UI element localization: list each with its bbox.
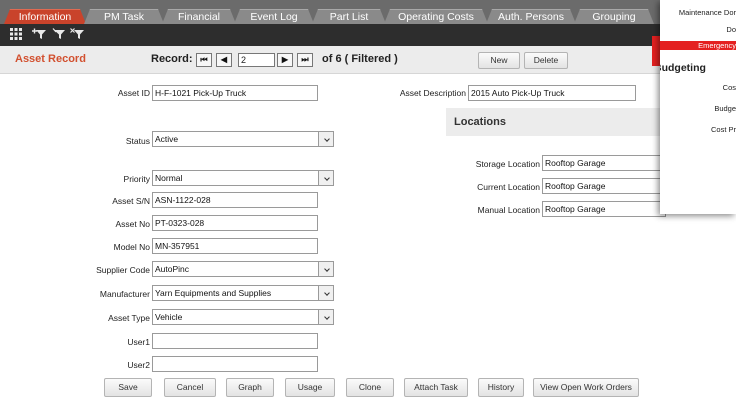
save-button[interactable]: Save [104,378,152,397]
new-button[interactable]: New [478,52,520,69]
tab-financial[interactable]: Financial [162,9,236,24]
record-count: of 6 ( Filtered ) [322,53,398,65]
prev-record-button[interactable]: ◀ [216,53,232,67]
filter-add-icon[interactable] [32,28,48,42]
done-label: Do [726,25,736,34]
asset-sn-field[interactable]: ASN-1122-028 [152,192,318,208]
first-record-button[interactable]: ⏮ [196,53,212,67]
cost-label: Cos [722,83,736,92]
user1-field[interactable] [152,333,318,349]
user2-field[interactable] [152,356,318,372]
tab-grouping[interactable]: Grouping [574,9,654,24]
record-number-input[interactable]: 2 [238,53,275,67]
chevron-down-icon[interactable] [318,171,333,185]
asset-id-label: Asset ID [117,88,150,98]
grid-icon[interactable] [10,28,26,42]
status-select[interactable]: Active [152,131,334,147]
filter-remove-icon[interactable] [70,28,86,42]
asset-type-select[interactable]: Vehicle [152,309,334,325]
asset-description-field[interactable]: 2015 Auto Pick-Up Truck [468,85,636,101]
chevron-down-icon[interactable] [318,286,333,300]
asset-no-field[interactable]: PT-0323-028 [152,215,318,231]
manufacturer-select[interactable]: Yarn Equipments and Supplies [152,285,334,301]
maintenance-done-label: Maintenance Dor [678,8,736,17]
record-label: Record: [151,53,193,65]
manufacturer-value: Yarn Equipments and Supplies [155,288,272,298]
emergency-label: Emergency [660,41,736,50]
asset-description-label: Asset Description [399,88,466,98]
budgeting-heading: Budgeting [660,62,706,74]
status-label: Status [125,136,150,146]
supplier-code-label: Supplier Code [96,265,150,275]
tab-event-log[interactable]: Event Log [234,9,314,24]
manufacturer-label: Manufacturer [99,289,150,299]
model-no-label: Model No [113,242,150,252]
tab-operating-costs[interactable]: Operating Costs [384,9,488,24]
toolbar [0,24,660,46]
tab-pm-task[interactable]: PM Task [84,9,164,24]
tab-part-list[interactable]: Part List [312,9,386,24]
supplier-code-value: AutoPinc [155,264,190,274]
storage-location-field[interactable]: Rooftop Garage [542,155,666,171]
page-title: Asset Record [15,53,86,65]
locations-header: Locations [446,108,660,136]
chevron-down-icon[interactable] [318,310,333,324]
cost-pr-label: Cost Pr [710,125,736,134]
asset-no-label: Asset No [115,219,151,229]
current-location-field[interactable]: Rooftop Garage [542,178,666,194]
status-value: Active [155,134,179,144]
graph-button[interactable]: Graph [226,378,274,397]
filter-icon[interactable] [52,28,68,42]
view-open-work-orders-button[interactable]: View Open Work Orders [533,378,639,397]
current-location-label: Current Location [477,182,540,192]
usage-button[interactable]: Usage [285,378,335,397]
supplier-code-select[interactable]: AutoPinc [152,261,334,277]
asset-type-label: Asset Type [108,313,150,323]
manual-location-label: Manual Location [477,205,540,215]
chevron-down-icon[interactable] [318,132,333,146]
tab-auth-persons[interactable]: Auth. Persons [486,9,576,24]
cancel-button[interactable]: Cancel [164,378,216,397]
history-button[interactable]: History [478,378,524,397]
next-record-button[interactable]: ▶ [277,53,293,67]
priority-value: Normal [155,173,183,183]
chevron-down-icon[interactable] [318,262,333,276]
priority-select[interactable]: Normal [152,170,334,186]
locations-title: Locations [454,116,506,128]
storage-location-label: Storage Location [475,159,540,169]
record-bar: Asset Record Record: ⏮ ◀ 2 ▶ ⏭ of 6 ( Fi… [0,46,660,74]
model-no-field[interactable]: MN-357951 [152,238,318,254]
asset-sn-label: Asset S/N [112,196,150,206]
priority-label: Priority [123,174,150,184]
asset-type-value: Vehicle [155,312,183,322]
attach-task-button[interactable]: Attach Task [404,378,468,397]
tab-information[interactable]: Information [4,9,86,24]
manual-location-field[interactable]: Rooftop Garage [542,201,666,217]
last-record-button[interactable]: ⏭ [297,53,313,67]
budget-label: Budge [714,104,736,113]
delete-button[interactable]: Delete [524,52,568,69]
side-panel: Maintenance Dor Do Emergency Budgeting C… [660,0,736,214]
clone-button[interactable]: Clone [346,378,394,397]
user2-label: User2 [127,360,150,370]
user1-label: User1 [127,337,150,347]
asset-id-field[interactable]: H-F-1021 Pick-Up Truck [152,85,318,101]
tab-bar: Information PM Task Financial Event Log … [0,0,660,24]
